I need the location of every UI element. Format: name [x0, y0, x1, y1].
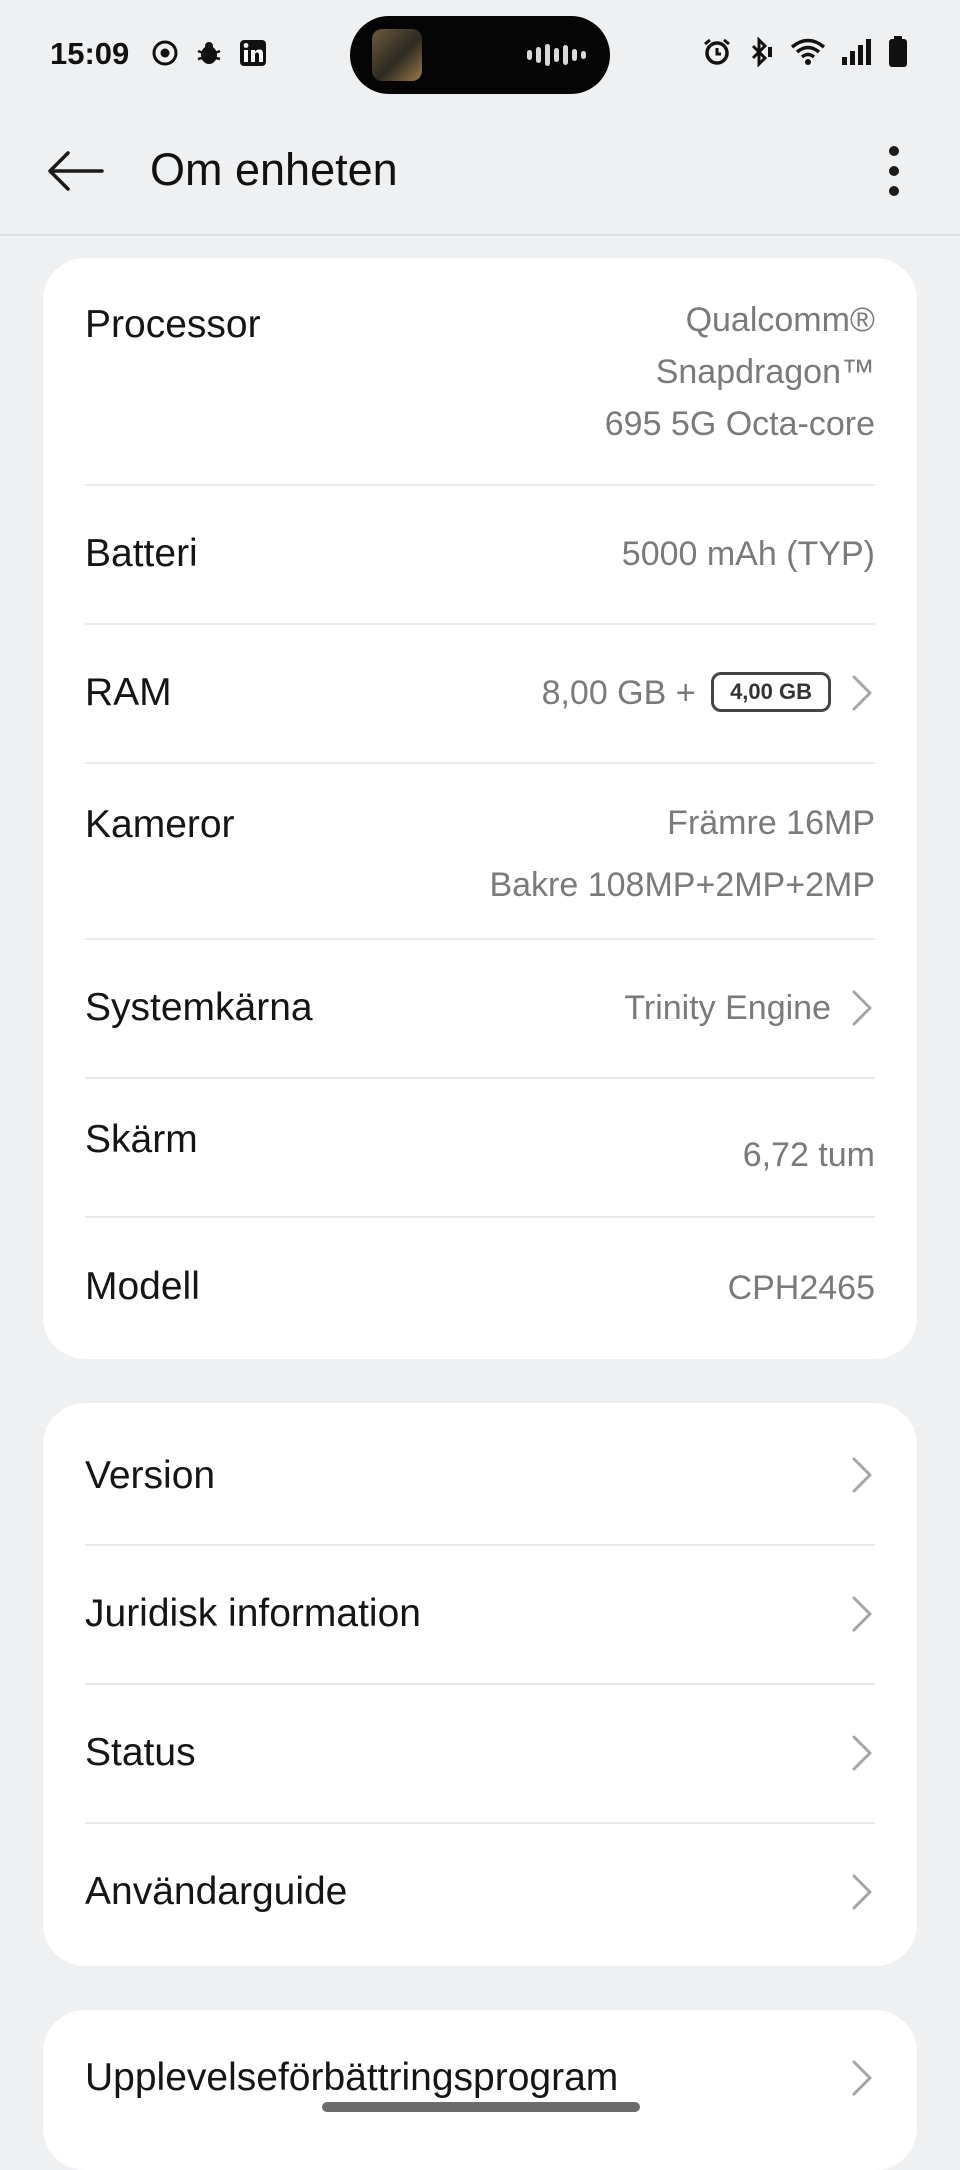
chevron-right-icon — [852, 1874, 872, 1910]
spec-value: 6,72 tum — [742, 1136, 875, 1174]
spec-value-line: 695 5G Octa-core — [604, 405, 875, 443]
chevron-right-icon — [852, 1735, 872, 1771]
list-item-label: Juridisk information — [85, 1592, 421, 1635]
spec-value: Främre 16MP Bakre 108MP+2MP+2MP — [489, 792, 875, 916]
spec-value: Qualcomm® Snapdragon™ 695 5G Octa-core — [605, 294, 875, 450]
list-item-status[interactable]: Status — [85, 1685, 875, 1824]
list-item-version[interactable]: Version — [85, 1403, 875, 1546]
more-options-button[interactable] — [864, 136, 924, 206]
arrow-left-icon — [48, 151, 104, 191]
spec-row-ram[interactable]: RAM 8,00 GB + 4,00 GB — [85, 625, 875, 764]
home-indicator[interactable] — [322, 2102, 640, 2112]
spec-value-line: Snapdragon™ — [655, 353, 875, 391]
spec-label: Kameror — [85, 803, 235, 846]
spec-row-system-core[interactable]: Systemkärna Trinity Engine — [85, 940, 875, 1079]
list-item-experience-program[interactable]: Upplevelseförbättringsprogram — [85, 2010, 875, 2150]
dynamic-island[interactable] — [350, 16, 610, 94]
ram-value: 8,00 GB + — [541, 674, 696, 712]
more-vert-icon — [889, 146, 899, 196]
spec-value-line: Främre 16MP — [667, 804, 875, 842]
media-thumbnail — [372, 29, 422, 81]
alarm-icon — [702, 37, 732, 72]
linkedin-icon — [238, 38, 268, 68]
list-item-label: Version — [85, 1454, 216, 1497]
chevron-right-icon — [852, 675, 872, 711]
app-bar: Om enheten — [0, 110, 960, 236]
bluetooth-icon — [746, 36, 776, 72]
chrome-icon — [150, 38, 180, 68]
spec-label: Modell — [85, 1265, 200, 1308]
list-item-user-guide[interactable]: Användarguide — [85, 1824, 875, 1966]
page-title: Om enheten — [150, 144, 398, 195]
spec-row-cameras: Kameror Främre 16MP Bakre 108MP+2MP+2MP — [85, 764, 875, 940]
audio-wave-icon — [527, 42, 586, 68]
device-specs-card: Processor Qualcomm® Snapdragon™ 695 5G O… — [43, 258, 917, 1359]
spec-row-model: Modell CPH2465 — [85, 1218, 875, 1359]
experience-program-card: Upplevelseförbättringsprogram — [43, 2010, 917, 2170]
spec-label: Processor — [85, 303, 261, 346]
status-time: 15:09 — [50, 36, 130, 71]
spec-value-line: Bakre 108MP+2MP+2MP — [489, 866, 875, 904]
info-links-card: Version Juridisk information Status Anvä… — [43, 1403, 917, 1966]
spec-value: 5000 mAh (TYP) — [621, 535, 875, 573]
spec-label: RAM — [85, 671, 172, 714]
spec-label: Skärm — [85, 1118, 198, 1161]
spec-value: CPH2465 — [727, 1269, 875, 1307]
spec-value: 8,00 GB + 4,00 GB — [542, 667, 831, 719]
wifi-icon — [790, 37, 826, 72]
status-right-icons — [702, 36, 908, 73]
chevron-right-icon — [852, 1596, 872, 1632]
back-button[interactable] — [40, 136, 110, 206]
chevron-right-icon — [852, 990, 872, 1026]
ram-expansion-badge: 4,00 GB — [711, 672, 831, 713]
spec-row-battery: Batteri 5000 mAh (TYP) — [85, 486, 875, 625]
signal-icon — [840, 37, 874, 72]
spec-label: Batteri — [85, 532, 198, 575]
list-item-label: Användarguide — [85, 1870, 348, 1913]
spec-label: Systemkärna — [85, 986, 313, 1029]
chevron-right-icon — [852, 1457, 872, 1493]
list-item-legal-information[interactable]: Juridisk information — [85, 1546, 875, 1685]
spec-row-processor: Processor Qualcomm® Snapdragon™ 695 5G O… — [85, 258, 875, 486]
spec-value-line: Qualcomm® — [685, 301, 875, 339]
spec-row-screen: Skärm 6,72 tum — [85, 1079, 875, 1218]
chevron-right-icon — [852, 2060, 872, 2096]
status-left-icons — [150, 38, 268, 68]
battery-icon — [888, 36, 908, 73]
status-bar: 15:09 — [0, 0, 960, 110]
spec-value: Trinity Engine — [624, 989, 831, 1027]
list-item-label: Status — [85, 1731, 196, 1774]
list-item-label: Upplevelseförbättringsprogram — [85, 2056, 619, 2099]
bug-icon — [194, 38, 224, 68]
